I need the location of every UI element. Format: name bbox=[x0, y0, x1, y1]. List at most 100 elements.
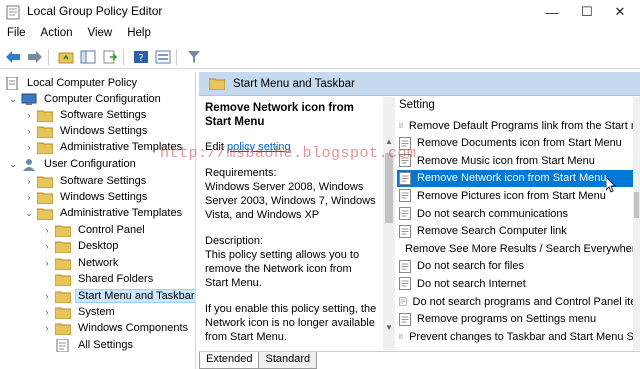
folder-icon bbox=[55, 258, 71, 270]
setting-row[interactable]: Remove Default Programs link from the St… bbox=[397, 117, 640, 134]
menu-help[interactable]: Help bbox=[120, 25, 159, 43]
export-list-button[interactable] bbox=[101, 48, 119, 66]
setting-row[interactable]: Do not search communications bbox=[397, 205, 640, 222]
tree-item-start-menu-and-taskbar[interactable]: › Start Menu and Taskbar bbox=[42, 288, 195, 304]
tree-item-software-settings[interactable]: › Software Settings bbox=[24, 107, 149, 123]
tree-item-local-computer-policy[interactable]: Local Computer Policy bbox=[4, 75, 140, 91]
chevron-down-icon[interactable]: ⌄ bbox=[24, 208, 34, 218]
chevron-right-icon[interactable]: › bbox=[24, 142, 34, 152]
tree-item-user-windows-settings[interactable]: › Windows Settings bbox=[24, 189, 150, 205]
list-scrollbar[interactable] bbox=[633, 97, 640, 350]
properties-icon bbox=[155, 50, 171, 63]
chevron-right-icon[interactable]: › bbox=[42, 225, 52, 235]
close-button[interactable]: ✕ bbox=[598, 0, 640, 24]
description-text: This policy setting allows you to remove… bbox=[205, 249, 360, 289]
tree-item-system[interactable]: › System bbox=[42, 304, 118, 320]
description-scrollbar[interactable]: ▲ ▼ bbox=[383, 97, 395, 350]
setting-row-label: Remove See More Results / Search Everywh… bbox=[405, 242, 640, 255]
folder-up-icon bbox=[58, 52, 74, 63]
show-hide-tree-button[interactable] bbox=[79, 48, 97, 66]
enable-text: If you enable this policy setting, the N… bbox=[205, 303, 377, 343]
setting-row[interactable]: Remove Pictures icon from Start Menu bbox=[397, 187, 640, 204]
back-arrow-icon bbox=[6, 50, 20, 63]
tree-item-shared-folders[interactable]: Shared Folders bbox=[55, 271, 156, 287]
chevron-right-icon[interactable]: › bbox=[24, 176, 34, 186]
chevron-right-icon[interactable]: › bbox=[24, 110, 34, 120]
folder-icon bbox=[37, 208, 53, 220]
app-icon bbox=[6, 5, 20, 20]
chevron-right-icon[interactable]: › bbox=[42, 241, 52, 251]
scroll-up-icon[interactable]: ▲ bbox=[383, 137, 395, 149]
setting-row[interactable]: Remove Documents icon from Start Menu bbox=[397, 135, 640, 152]
tab-extended[interactable]: Extended bbox=[199, 352, 260, 369]
setting-row[interactable]: Do not search Internet bbox=[397, 275, 640, 292]
tree-item-user-software-settings[interactable]: › Software Settings bbox=[24, 173, 149, 189]
folder-icon bbox=[37, 192, 53, 204]
setting-row[interactable]: Remove Search Computer link bbox=[397, 223, 640, 240]
settings-icon bbox=[56, 338, 69, 352]
policy-setting-icon bbox=[399, 334, 404, 339]
chevron-down-icon[interactable]: ⌄ bbox=[8, 159, 18, 169]
setting-row-label: Do not search Internet bbox=[417, 277, 526, 290]
console-tree-icon bbox=[80, 50, 96, 63]
tree-item-all-settings[interactable]: All Settings bbox=[55, 337, 136, 353]
setting-row[interactable]: Remove Music icon from Start Menu bbox=[397, 152, 640, 169]
setting-row[interactable]: Prevent changes to Taskbar and Start Men… bbox=[397, 328, 640, 345]
setting-row-label: Remove programs on Settings menu bbox=[417, 313, 597, 326]
setting-row-label: Remove Network icon from Start Menu bbox=[417, 172, 607, 185]
tree-item-computer-configuration[interactable]: ⌄ Computer Configuration bbox=[8, 91, 164, 107]
policy-setting-icon bbox=[399, 171, 411, 185]
chevron-right-icon[interactable]: › bbox=[42, 323, 52, 333]
edit-policy-line: Edit policy setting bbox=[205, 140, 377, 154]
tree-item-user-configuration[interactable]: ⌄ User Configuration bbox=[8, 156, 139, 172]
chevron-right-icon[interactable]: › bbox=[42, 307, 52, 317]
tab-standard[interactable]: Standard bbox=[258, 352, 318, 369]
settings-list: Setting Remove Default Programs link fro… bbox=[397, 97, 640, 350]
setting-row[interactable]: Do not search for files bbox=[397, 258, 640, 275]
tree-item-user-administrative-templates[interactable]: ⌄ Administrative Templates bbox=[24, 205, 185, 221]
tree-item-windows-components[interactable]: › Windows Components bbox=[42, 320, 191, 336]
setting-row-label: Prevent changes to Taskbar and Start Men… bbox=[409, 330, 640, 343]
toolbar: ? bbox=[0, 45, 640, 69]
policy-icon bbox=[6, 76, 18, 90]
chevron-right-icon[interactable]: › bbox=[24, 192, 34, 202]
filter-button[interactable] bbox=[185, 48, 203, 66]
scroll-down-icon[interactable]: ▼ bbox=[383, 323, 395, 335]
details-pane: Start Menu and Taskbar Remove Network ic… bbox=[199, 72, 640, 369]
edit-prefix: Edit bbox=[205, 141, 228, 153]
menu-file[interactable]: File bbox=[0, 25, 34, 43]
setting-row[interactable]: Remove Network icon from Start Menu bbox=[397, 169, 640, 187]
tree-item-windows-settings[interactable]: › Windows Settings bbox=[24, 123, 150, 139]
tree-item-desktop[interactable]: › Desktop bbox=[42, 238, 121, 254]
up-folder-button[interactable] bbox=[57, 48, 75, 66]
setting-row[interactable]: Remove See More Results / Search Everywh… bbox=[397, 240, 640, 257]
setting-row[interactable]: Do not search programs and Control Panel… bbox=[397, 293, 640, 310]
help-icon: ? bbox=[134, 50, 148, 64]
help-button[interactable]: ? bbox=[132, 48, 150, 66]
back-button[interactable] bbox=[4, 48, 22, 66]
chevron-right-icon[interactable]: › bbox=[42, 291, 52, 301]
title-bar: Local Group Policy Editor — ☐ ✕ bbox=[0, 0, 640, 24]
policy-setting-icon bbox=[399, 136, 411, 150]
chevron-right-icon[interactable]: › bbox=[42, 258, 52, 268]
chevron-right-icon[interactable]: › bbox=[24, 126, 34, 136]
scroll-thumb[interactable] bbox=[634, 192, 639, 218]
tree-item-control-panel[interactable]: › Control Panel bbox=[42, 222, 148, 238]
forward-button[interactable] bbox=[26, 48, 44, 66]
folder-icon bbox=[55, 274, 71, 286]
edit-policy-link[interactable]: policy setting bbox=[227, 141, 291, 153]
tree-item-administrative-templates[interactable]: › Administrative Templates bbox=[24, 139, 185, 155]
setting-column-header[interactable]: Setting bbox=[397, 99, 435, 117]
scroll-thumb[interactable] bbox=[385, 153, 393, 223]
requirements-block: Requirements: Windows Server 2008, Windo… bbox=[205, 166, 377, 222]
menu-action[interactable]: Action bbox=[34, 25, 81, 43]
svg-text:?: ? bbox=[138, 53, 143, 64]
menu-view[interactable]: View bbox=[81, 25, 121, 43]
folder-icon bbox=[55, 307, 71, 319]
chevron-down-icon[interactable]: ⌄ bbox=[8, 94, 18, 104]
properties-button[interactable] bbox=[154, 48, 172, 66]
description-block: Description: This policy setting allows … bbox=[205, 234, 377, 290]
policy-setting-icon bbox=[399, 207, 411, 220]
setting-row[interactable]: Remove programs on Settings menu bbox=[397, 311, 640, 328]
tree-item-network[interactable]: › Network bbox=[42, 255, 121, 271]
